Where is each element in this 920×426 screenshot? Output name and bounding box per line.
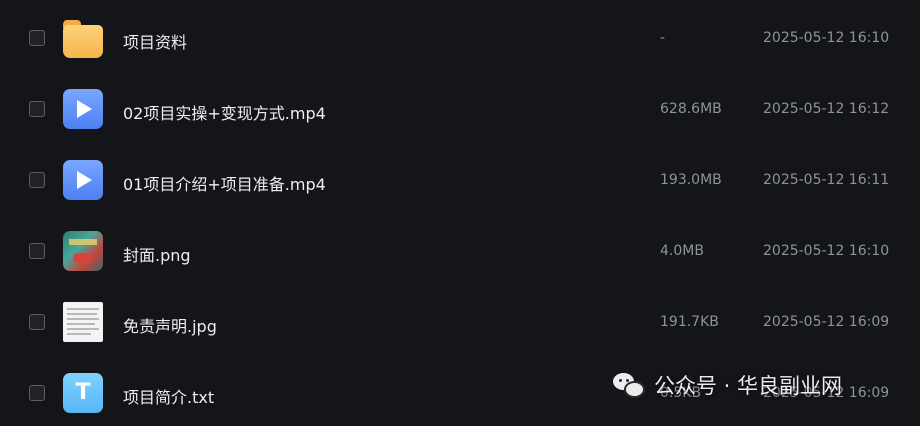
file-row[interactable]: 免责声明.jpg 191.7KB 2025-05-12 16:09 [0, 293, 920, 353]
file-name[interactable]: 封面.png [123, 242, 191, 266]
file-date: 2025-05-12 16:12 [763, 101, 890, 117]
watermark-text: 公众号 · 华良副业网 [654, 374, 843, 398]
row-checkbox[interactable] [29, 314, 45, 330]
row-checkbox[interactable] [29, 243, 45, 259]
row-checkbox[interactable] [29, 101, 45, 117]
file-row[interactable]: 封面.png 4.0MB 2025-05-12 16:10 [0, 222, 920, 282]
video-icon [63, 89, 103, 129]
file-name[interactable]: 项目资料 [123, 29, 187, 53]
file-row[interactable]: 项目资料 - 2025-05-12 16:10 [0, 9, 920, 69]
folder-icon [63, 18, 103, 58]
file-name[interactable]: 01项目介绍+项目准备.mp4 [123, 171, 326, 195]
file-size: 191.7KB [660, 314, 719, 330]
wechat-icon [612, 371, 646, 399]
file-name[interactable]: 项目简介.txt [123, 384, 214, 408]
file-row[interactable]: 01项目介绍+项目准备.mp4 193.0MB 2025-05-12 16:11 [0, 151, 920, 211]
file-size: 4.0MB [660, 243, 704, 259]
file-row[interactable]: 02项目实操+变现方式.mp4 628.6MB 2025-05-12 16:12 [0, 80, 920, 140]
file-name[interactable]: 免责声明.jpg [123, 313, 217, 337]
file-name[interactable]: 02项目实操+变现方式.mp4 [123, 100, 326, 124]
file-size: 628.6MB [660, 101, 722, 117]
video-icon [63, 160, 103, 200]
watermark: 公众号 · 华良副业网 [612, 370, 842, 400]
file-size: 193.0MB [660, 172, 722, 188]
row-checkbox[interactable] [29, 385, 45, 401]
row-checkbox[interactable] [29, 172, 45, 188]
file-date: 2025-05-12 16:10 [763, 30, 890, 46]
file-date: 2025-05-12 16:11 [763, 172, 890, 188]
document-thumbnail [63, 302, 103, 342]
file-date: 2025-05-12 16:09 [763, 314, 890, 330]
file-size: - [660, 30, 666, 46]
file-date: 2025-05-12 16:10 [763, 243, 890, 259]
image-thumbnail [63, 231, 103, 271]
txt-icon: T [63, 373, 103, 413]
row-checkbox[interactable] [29, 30, 45, 46]
